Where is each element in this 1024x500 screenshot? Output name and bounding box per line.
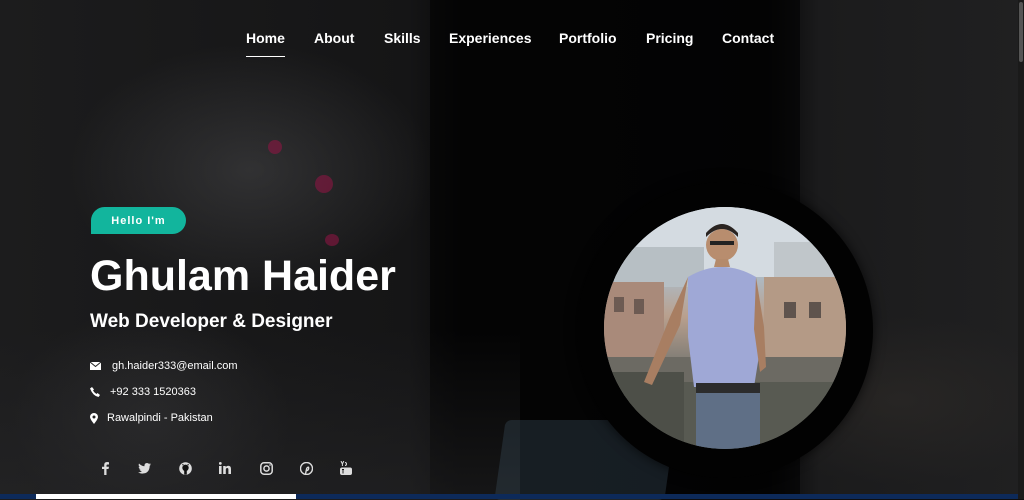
nav-skills[interactable]: Skills <box>384 30 421 46</box>
instagram-icon[interactable] <box>258 460 274 476</box>
linkedin-icon[interactable] <box>217 460 233 476</box>
map-pin-icon <box>90 412 107 424</box>
profile-photo <box>604 207 846 449</box>
youtube-icon[interactable] <box>338 460 354 476</box>
github-icon[interactable] <box>177 460 193 476</box>
background-dot <box>325 234 339 246</box>
contact-location: Rawalpindi - Pakistan <box>90 412 213 424</box>
bottom-progress-bar <box>0 494 1024 499</box>
bottom-progress-segment <box>36 494 296 499</box>
background-dot <box>268 140 282 154</box>
contact-phone-text: +92 333 1520363 <box>110 386 196 398</box>
twitter-icon[interactable] <box>136 460 152 476</box>
envelope-icon <box>90 362 110 370</box>
nav-about[interactable]: About <box>314 30 354 46</box>
phone-icon <box>90 387 110 397</box>
person-name: Ghulam Haider <box>90 252 396 300</box>
contact-email-text: gh.haider333@email.com <box>112 360 238 372</box>
person-role: Web Developer & Designer <box>90 311 333 332</box>
background-dot <box>315 175 333 193</box>
nav-contact[interactable]: Contact <box>722 30 774 46</box>
facebook-icon[interactable] <box>97 460 113 476</box>
pinterest-icon[interactable] <box>298 460 314 476</box>
nav-experiences[interactable]: Experiences <box>449 30 532 46</box>
nav-home[interactable]: Home <box>246 30 285 57</box>
scrollbar-thumb[interactable] <box>1019 2 1023 62</box>
contact-email: gh.haider333@email.com <box>90 360 238 372</box>
scrollbar[interactable] <box>1018 0 1024 499</box>
contact-location-text: Rawalpindi - Pakistan <box>107 412 213 424</box>
main-nav: Home About Skills Experiences Portfolio … <box>0 30 1024 60</box>
nav-portfolio[interactable]: Portfolio <box>559 30 617 46</box>
greeting-badge: Hello I'm <box>91 207 186 234</box>
contact-phone: +92 333 1520363 <box>90 386 196 398</box>
nav-pricing[interactable]: Pricing <box>646 30 693 46</box>
